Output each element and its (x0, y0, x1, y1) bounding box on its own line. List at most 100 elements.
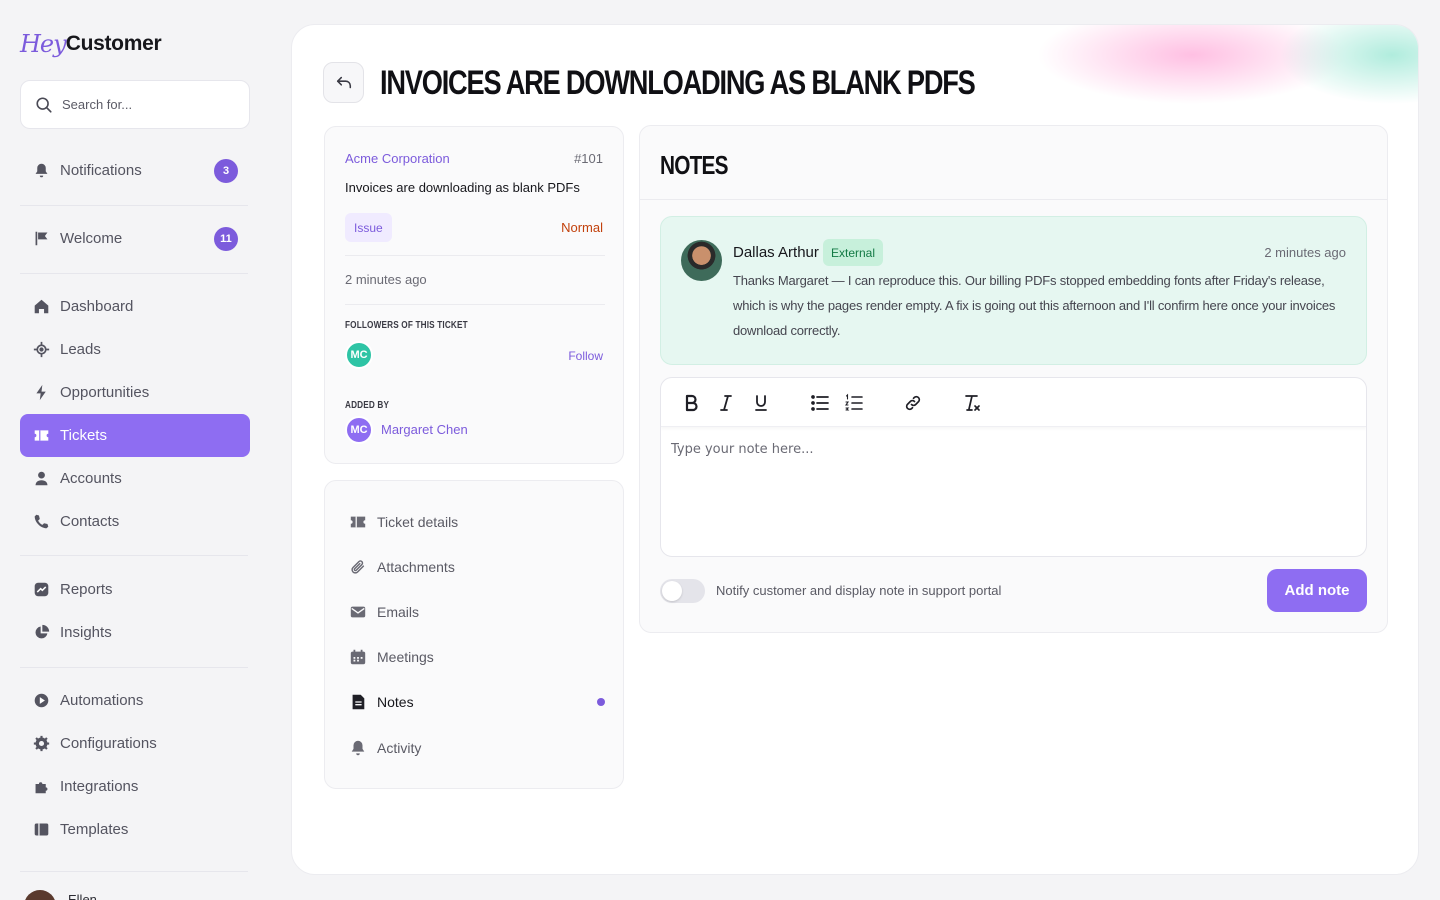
notify-customer-toggle[interactable] (660, 579, 705, 603)
section-label: Notes (377, 694, 414, 710)
sidebar-item-insights[interactable]: Insights (20, 611, 250, 654)
ticket-company-link[interactable]: Acme Corporation (345, 151, 450, 166)
user-icon (35, 471, 48, 486)
bell-icon (351, 740, 365, 756)
sidebar-item-label: Notifications (60, 162, 142, 179)
notify-customer-label: Notify customer and display note in supp… (716, 583, 1002, 598)
notification-count-badge: 3 (214, 159, 238, 183)
note-body: Thanks Margaret — I can reproduce this. … (733, 273, 1336, 338)
sidebar-item-tickets[interactable]: Tickets (20, 414, 250, 457)
section-meetings[interactable]: Meetings (349, 642, 605, 672)
italic-icon (720, 395, 732, 411)
gear-icon (33, 735, 50, 752)
lightning-icon (36, 384, 46, 401)
sidebar-item-automations[interactable]: Automations (20, 679, 250, 722)
ticket-number: #101 (574, 151, 603, 166)
add-note-button[interactable]: Add note (1267, 569, 1367, 612)
added-by-caption: Added by (345, 400, 390, 411)
calendar-icon (350, 649, 366, 665)
ticket-priority: Normal (561, 220, 603, 235)
added-by-avatar: MC (345, 416, 373, 444)
section-label: Attachments (377, 559, 455, 575)
sidebar-item-label: Accounts (60, 470, 122, 487)
note-input[interactable] (661, 428, 1366, 556)
section-label: Meetings (377, 649, 434, 665)
sidebar-item-label: Welcome (60, 230, 123, 247)
sidebar-item-leads[interactable]: Leads (20, 328, 250, 371)
ticket-type-badge: Issue (345, 213, 392, 242)
back-button[interactable] (323, 62, 364, 103)
phone-icon (34, 514, 49, 529)
sidebar-item-welcome[interactable]: Welcome 11 (20, 217, 250, 260)
section-activity[interactable]: Activity (349, 733, 605, 763)
section-label: Emails (377, 604, 420, 620)
welcome-count-badge: 11 (214, 227, 238, 251)
sidebar-item-label: Dashboard (60, 298, 134, 315)
sidebar-item-accounts[interactable]: Accounts (20, 457, 250, 500)
sidebar-item-label: Configurations (60, 735, 157, 752)
sidebar-item-label: Automations (60, 692, 144, 709)
home-icon (34, 299, 49, 314)
search-box[interactable]: Search for... (20, 80, 250, 129)
sidebar-item-templates[interactable]: Templates (20, 808, 250, 851)
sidebar-item-contacts[interactable]: Contacts (20, 500, 250, 543)
sidebar-item-label: Opportunities (60, 384, 150, 401)
back-arrow-icon (336, 76, 351, 88)
sidebar-item-dashboard[interactable]: Dashboard (20, 285, 250, 328)
user-name: Ellen (68, 891, 97, 900)
paperclip-icon (351, 560, 365, 574)
underline-button[interactable] (748, 390, 774, 416)
underline-icon (755, 395, 767, 411)
ticket-icon (350, 516, 366, 528)
note-author: Dallas Arthur (733, 244, 819, 261)
bullet-list-button[interactable] (807, 390, 833, 416)
note-editor (660, 377, 1367, 557)
current-user[interactable]: Ellen (24, 890, 97, 900)
bold-icon (685, 394, 698, 412)
notes-title: Notes (660, 150, 728, 180)
note-visibility-badge: External (823, 239, 884, 266)
clear-format-button[interactable] (959, 390, 985, 416)
search-icon (36, 96, 52, 113)
sidebar-item-configurations[interactable]: Configurations (20, 722, 250, 765)
italic-button[interactable] (713, 390, 739, 416)
section-attachments[interactable]: Attachments (349, 552, 605, 582)
sidebar-item-label: Insights (60, 624, 112, 641)
follow-button[interactable]: Follow (568, 349, 603, 363)
search-input[interactable]: Search for... (62, 97, 132, 112)
section-ticket-details[interactable]: Ticket details (349, 507, 605, 537)
page-title: Invoices are downloading as blank PDFs (380, 64, 976, 102)
sidebar: Hey Customer Search for... Notifications… (0, 0, 270, 900)
follower-avatar[interactable]: MC (345, 341, 373, 369)
sidebar-divider (20, 871, 248, 872)
numbered-list-button[interactable] (841, 390, 867, 416)
avatar (681, 240, 722, 281)
ticket-icon (34, 430, 49, 441)
target-icon (33, 341, 50, 358)
sidebar-item-label: Integrations (60, 778, 139, 795)
clear-format-icon (965, 395, 980, 411)
divider (345, 304, 605, 305)
ticket-summary-card: Acme Corporation #101 Invoices are downl… (324, 126, 624, 464)
section-emails[interactable]: Emails (349, 597, 605, 627)
bullet-list-icon (811, 395, 829, 411)
bold-button[interactable] (678, 390, 704, 416)
pie-chart-icon (35, 624, 50, 639)
ticket-sections-nav: Ticket details Attachments Emails Meetin… (324, 480, 624, 789)
sidebar-item-notifications[interactable]: Notifications 3 (20, 149, 250, 192)
note-item: Dallas Arthur External 2 minutes ago Tha… (660, 216, 1367, 365)
link-icon (905, 395, 921, 411)
sidebar-item-reports[interactable]: Reports (20, 568, 250, 611)
editor-toolbar (661, 378, 1366, 427)
sidebar-divider (20, 205, 248, 206)
sidebar-item-integrations[interactable]: Integrations (20, 765, 250, 808)
followers-caption: Followers of this ticket (345, 320, 468, 331)
section-notes[interactable]: Notes (349, 687, 605, 717)
sidebar-item-label: Templates (60, 821, 129, 838)
added-by-name[interactable]: Margaret Chen (381, 422, 468, 437)
sidebar-item-opportunities[interactable]: Opportunities (20, 371, 250, 414)
app-logo[interactable]: Hey Customer (20, 28, 162, 60)
link-button[interactable] (900, 390, 926, 416)
ticket-subject: Invoices are downloading as blank PDFs (345, 180, 580, 195)
section-label: Ticket details (377, 514, 459, 530)
